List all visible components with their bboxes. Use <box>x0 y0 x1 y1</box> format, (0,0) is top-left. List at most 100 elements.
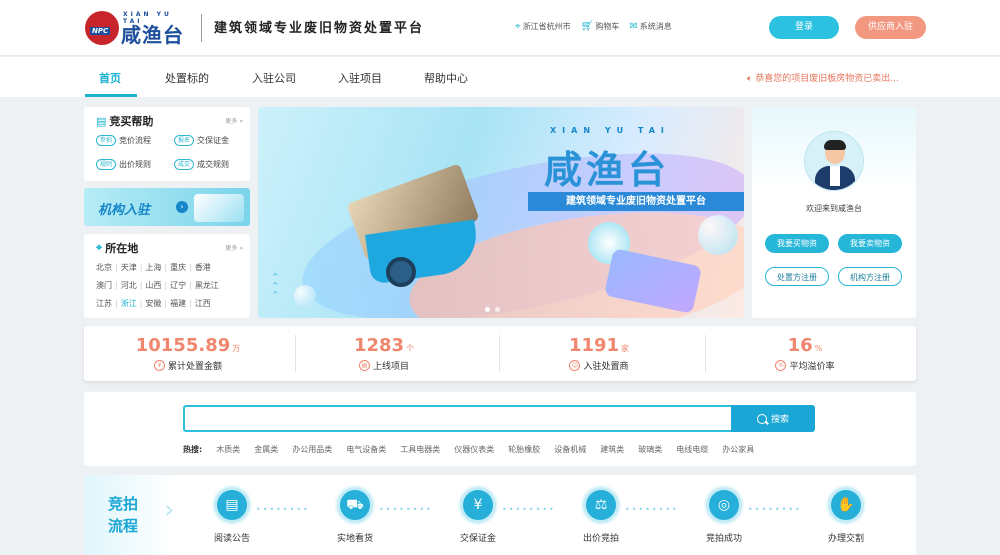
register-dispose-button[interactable]: 处置方注册 <box>765 267 829 286</box>
help-more-link[interactable]: 更多 » <box>225 116 243 125</box>
header: NPC XIAN YU TAI 咸渔台 建筑领域专业废旧物资处置平台 ⌖ 浙江省杭… <box>0 0 1000 56</box>
location-pin-icon: ⌖ <box>96 241 103 254</box>
city-link[interactable]: 天津 <box>121 259 137 277</box>
chevron-right-icon: › <box>164 495 175 525</box>
search-input[interactable] <box>183 405 731 432</box>
city-link[interactable]: 重庆 <box>170 259 186 277</box>
hot-tag[interactable]: 电气设备类 <box>346 444 386 455</box>
location-link[interactable]: ⌖ 浙江省杭州市 <box>515 21 571 32</box>
stat-projects: 1283 个 ▤ 上线项目 <box>353 335 415 372</box>
hot-tag[interactable]: 工具电器类 <box>400 444 440 455</box>
stat-companies: 1191 家 ☺ 入驻处置商 <box>568 335 630 372</box>
flow-step[interactable]: ✋ 办理交割 <box>806 487 886 544</box>
city-link-active[interactable]: 浙江 <box>121 295 137 313</box>
nav-home[interactable]: 首页 <box>99 70 121 86</box>
city-link[interactable]: 安徽 <box>145 295 161 313</box>
message-icon: ✉ <box>629 21 638 32</box>
help-item[interactable]: 成交 成交规则 <box>174 159 229 170</box>
hot-tag[interactable]: 电线电缆 <box>676 444 708 455</box>
search-button[interactable]: 搜索 <box>731 405 815 432</box>
percent-icon: % <box>775 360 787 371</box>
nav-companies[interactable]: 入驻公司 <box>252 70 296 86</box>
hero-en: XIAN YU TAI <box>550 126 670 135</box>
city-link[interactable]: 香港 <box>195 259 211 277</box>
city-link[interactable]: 山西 <box>145 277 161 295</box>
location-grid: 北京 | 天津 | 上海 | 重庆 | 香港 澳门 | 河北 | 山西 | 辽宁 | 黑龙江 江苏 | 浙江 | 安徽 |… <box>96 259 246 313</box>
stat-premium: 16% % 平均溢价率 <box>701 326 909 381</box>
city-link[interactable]: 辽宁 <box>170 277 186 295</box>
welcome-text: 欢迎来到咸渔台 <box>806 204 862 213</box>
carousel-dot[interactable] <box>485 307 490 312</box>
help-item[interactable]: 报名 交保证金 <box>174 135 229 146</box>
city-link[interactable]: 福建 <box>170 295 186 313</box>
hot-tag[interactable]: 金属类 <box>254 444 278 455</box>
city-link[interactable]: 江苏 <box>96 295 112 313</box>
hot-tag[interactable]: 办公用品类 <box>292 444 332 455</box>
user-card: 欢迎来到咸渔台 我要买物资 我要卖物资 处置方注册 机构方注册 <box>752 107 916 318</box>
hot-tag[interactable]: 办公家具 <box>722 444 754 455</box>
city-link[interactable]: 澳门 <box>96 277 112 295</box>
wheel-illustration <box>386 257 416 287</box>
stat-total-amount: 10155.89 万 ¥ 累计处置金额 <box>135 335 241 372</box>
hot-tag[interactable]: 建筑类 <box>600 444 624 455</box>
nav-projects[interactable]: 入驻项目 <box>338 70 382 86</box>
logo[interactable]: NPC XIAN YU TAI 咸渔台 <box>85 11 185 47</box>
hot-tag[interactable]: 轮胎橡胶 <box>508 444 540 455</box>
buy-materials-button[interactable]: 我要买物资 <box>765 234 829 253</box>
flow-step[interactable]: ⚖ 出价竞拍 <box>561 487 641 544</box>
hero-banner[interactable]: XIAN YU TAI 咸渔台 建筑领域专业废旧物资处置平台 ^ ^ ^ <box>258 107 744 318</box>
flow-step[interactable]: ¥ 交保证金 <box>438 487 518 544</box>
notice-icon: ▤ <box>214 487 250 523</box>
location-more-link[interactable]: 更多 » <box>225 243 243 252</box>
flow-title: 竞拍 流程 <box>84 475 174 555</box>
search-icon <box>756 413 767 424</box>
slogan: 建筑领域专业废旧物资处置平台 <box>214 21 425 36</box>
login-button[interactable]: 登录 <box>769 16 839 39</box>
cart-link[interactable]: 🛒︎ 购物车 <box>581 21 620 32</box>
city-link[interactable]: 北京 <box>96 259 112 277</box>
logo-divider <box>201 14 202 42</box>
target-icon: ◎ <box>706 487 742 523</box>
main-nav: 首页 处置标的 入驻公司 入驻项目 帮助中心 🔈︎ 恭喜您的项目废旧板房物资已卖… <box>0 57 1000 97</box>
location-title: ⌖ 所在地 <box>96 241 139 255</box>
cart-icon: 🛒︎ <box>580 21 594 32</box>
help-item[interactable]: 参拍 竞价流程 <box>96 135 151 146</box>
search-panel: 搜索 热搜: 木质类 金属类 办公用品类 电气设备类 工具电器类 仪器仪表类 轮… <box>84 392 916 466</box>
arrow-right-icon: › <box>176 201 188 213</box>
location-card: ⌖ 所在地 更多 » 北京 | 天津 | 上海 | 重庆 | 香港 澳门 | 河北 | 山西 | 辽宁 | 黑龙江… <box>84 234 250 318</box>
hero-title: 咸渔台 <box>544 148 671 192</box>
hot-tag[interactable]: 仪器仪表类 <box>454 444 494 455</box>
carousel-dot[interactable] <box>495 307 500 312</box>
doc-icon: ▤ <box>96 114 107 128</box>
city-link[interactable]: 黑龙江 <box>195 277 219 295</box>
bubble-decoration <box>294 285 316 307</box>
carousel-dots <box>485 307 500 312</box>
city-link[interactable]: 上海 <box>145 259 161 277</box>
flow-step[interactable]: ▤ 阅读公告 <box>192 487 272 544</box>
hot-tag[interactable]: 玻璃类 <box>638 444 662 455</box>
register-org-button[interactable]: 机构方注册 <box>838 267 902 286</box>
flow-step[interactable]: ⛟ 实地看货 <box>315 487 395 544</box>
yuan-icon: ¥ <box>153 360 165 371</box>
stats-bar: 10155.89 万 ¥ 累计处置金额 1283 个 ▤ 上线项目 1191 家 ☺ 入驻处… <box>84 326 916 381</box>
notice-ticker[interactable]: 🔈︎ 恭喜您的项目废旧板房物资已卖出... <box>747 71 899 84</box>
nav-active-underline <box>85 94 137 97</box>
flow-step[interactable]: ◎ 竞拍成功 <box>684 487 764 544</box>
city-link[interactable]: 江西 <box>195 295 211 313</box>
org-join-banner[interactable]: 机构入驻 › <box>84 188 250 226</box>
help-title: ▤ 竞买帮助 <box>96 114 154 129</box>
city-link[interactable]: 河北 <box>121 277 137 295</box>
sell-materials-button[interactable]: 我要卖物资 <box>838 234 902 253</box>
document-icon: ▤ <box>358 360 370 371</box>
deposit-icon: ¥ <box>460 487 496 523</box>
nav-disposal[interactable]: 处置标的 <box>165 70 209 86</box>
messages-link[interactable]: ✉ 系统消息 <box>629 21 671 32</box>
handshake-icon: ✋ <box>828 487 864 523</box>
hot-tag[interactable]: 设备机械 <box>554 444 586 455</box>
logo-mark-icon: NPC <box>85 11 119 45</box>
nav-help[interactable]: 帮助中心 <box>424 70 468 86</box>
supplier-join-button[interactable]: 供应商入驻 <box>855 16 926 39</box>
hot-tag[interactable]: 木质类 <box>216 444 240 455</box>
help-item[interactable]: 规则 出价规则 <box>96 159 151 170</box>
chevron-up-icon: ^ ^ ^ <box>272 272 279 299</box>
